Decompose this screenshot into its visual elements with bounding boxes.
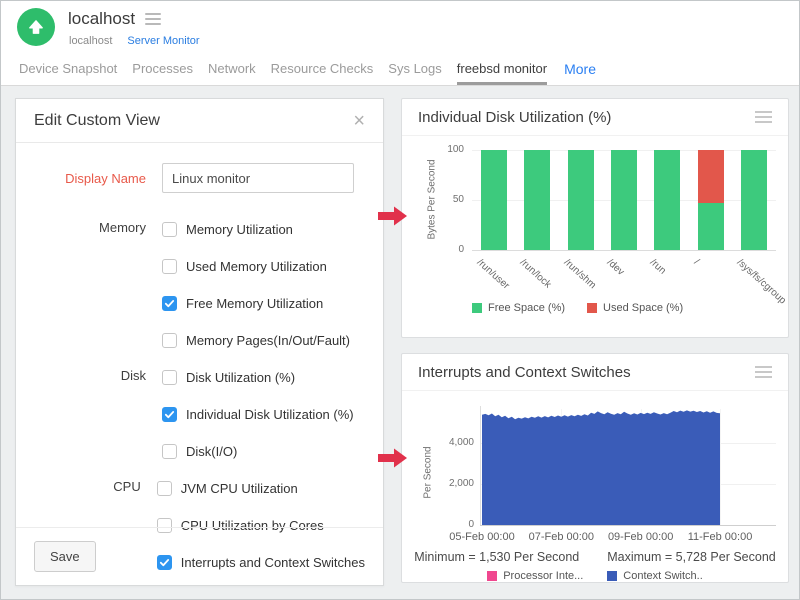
- checkbox-unchecked-icon[interactable]: [157, 481, 172, 496]
- checkbox-option[interactable]: Memory Utilization: [162, 219, 350, 239]
- disk-ytick: 100: [430, 144, 464, 155]
- legend-swatch-icon: [487, 571, 497, 581]
- disk-chart-title: Individual Disk Utilization (%): [418, 109, 611, 126]
- legend-item[interactable]: Processor Inte...: [487, 570, 583, 582]
- annotation-arrow-icon: [378, 205, 408, 227]
- checkbox-option[interactable]: Used Memory Utilization: [162, 256, 350, 276]
- disk-bar: [654, 150, 680, 250]
- disk-bars: [472, 150, 776, 250]
- interrupts-xtick: 05-Feb 00:00: [440, 531, 524, 543]
- close-icon[interactable]: ×: [353, 111, 365, 131]
- tab-sys-logs[interactable]: Sys Logs: [388, 53, 441, 85]
- group-label-disk: Disk: [34, 367, 146, 478]
- disk-xtick: /: [691, 257, 700, 267]
- checkbox-unchecked-icon[interactable]: [162, 333, 177, 348]
- interrupts-xtick: 07-Feb 00:00: [519, 531, 603, 543]
- group-label-memory: Memory: [34, 219, 146, 367]
- tab-processes[interactable]: Processes: [132, 53, 193, 85]
- legend-label: Free Space (%): [488, 302, 565, 314]
- legend-label: Context Switch..: [623, 570, 702, 582]
- checkbox-checked-icon[interactable]: [162, 407, 177, 422]
- edit-custom-view-modal: Edit Custom View × Display Name Memory Me…: [15, 98, 384, 586]
- disk-bar: [741, 150, 767, 250]
- page-title: localhost: [68, 9, 135, 29]
- checkbox-option[interactable]: Memory Pages(In/Out/Fault): [162, 330, 350, 350]
- interrupts-card: Interrupts and Context Switches Per Seco…: [401, 353, 789, 583]
- option-label: Individual Disk Utilization (%): [186, 407, 354, 422]
- option-label: Free Memory Utilization: [186, 296, 323, 311]
- checkbox-unchecked-icon[interactable]: [162, 222, 177, 237]
- tab-freebsd-monitor[interactable]: freebsd monitor: [457, 53, 547, 85]
- disk-bar: [481, 150, 507, 250]
- checkbox-option[interactable]: Disk(I/O): [162, 441, 354, 461]
- interrupts-stats: Minimum = 1,530 Per Second Maximum = 5,7…: [402, 550, 788, 564]
- interrupts-xtick: 09-Feb 00:00: [599, 531, 683, 543]
- option-label: Disk Utilization (%): [186, 370, 295, 385]
- disk-xtick: /sys/fs/cgroup: [735, 257, 788, 306]
- legend-item[interactable]: Free Space (%): [472, 302, 565, 314]
- disk-ytick: 50: [430, 194, 464, 205]
- interrupts-xtick: 11-Feb 00:00: [678, 531, 762, 543]
- tab-bar: Device Snapshot Processes Network Resource …: [1, 53, 799, 86]
- option-label: Disk(I/O): [186, 444, 237, 459]
- checkbox-option[interactable]: Disk Utilization (%): [162, 367, 354, 387]
- disk-xtick: /run: [648, 257, 668, 277]
- tab-resource-checks[interactable]: Resource Checks: [271, 53, 374, 85]
- disk-xtick: /dev: [605, 257, 626, 278]
- interrupts-legend: Processor Inte... Context Switch..: [402, 570, 788, 582]
- legend-swatch-icon: [607, 571, 617, 581]
- disk-bar: [611, 150, 637, 250]
- option-label: Used Memory Utilization: [186, 259, 327, 274]
- disk-utilization-card: Individual Disk Utilization (%) Bytes Pe…: [401, 98, 789, 338]
- app-window: localhost localhost Server Monitor Devic…: [0, 0, 800, 600]
- checkbox-unchecked-icon[interactable]: [162, 370, 177, 385]
- annotation-arrow-icon: [378, 447, 408, 469]
- card-menu-icon[interactable]: [755, 111, 772, 123]
- breadcrumb: localhost Server Monitor: [69, 35, 200, 47]
- checkbox-option[interactable]: Free Memory Utilization: [162, 293, 350, 313]
- checkbox-checked-icon[interactable]: [162, 296, 177, 311]
- checkbox-option[interactable]: JVM CPU Utilization: [157, 478, 365, 498]
- disk-xtick: /run/shm: [561, 257, 597, 291]
- tab-network[interactable]: Network: [208, 53, 256, 85]
- disk-xtick: /run/lock: [518, 257, 553, 290]
- disk-ytick: 0: [430, 244, 464, 255]
- maximum-stat: Maximum = 5,728 Per Second: [607, 550, 776, 564]
- option-label: Memory Pages(In/Out/Fault): [186, 333, 350, 348]
- tab-device-snapshot[interactable]: Device Snapshot: [19, 53, 117, 85]
- monitor-status-icon: [17, 8, 55, 46]
- checkbox-unchecked-icon[interactable]: [162, 259, 177, 274]
- disk-legend: Free Space (%) Used Space (%): [472, 302, 683, 314]
- display-name-input[interactable]: [162, 163, 354, 193]
- title-menu-icon[interactable]: [145, 13, 161, 25]
- display-name-label: Display Name: [34, 171, 146, 186]
- save-button[interactable]: Save: [34, 541, 96, 572]
- legend-swatch-icon: [587, 303, 597, 313]
- legend-item[interactable]: Context Switch..: [607, 570, 702, 582]
- checkbox-option[interactable]: Individual Disk Utilization (%): [162, 404, 354, 424]
- disk-bar: [698, 150, 724, 250]
- legend-label: Processor Inte...: [503, 570, 583, 582]
- minimum-stat: Minimum = 1,530 Per Second: [414, 550, 579, 564]
- legend-item[interactable]: Used Space (%): [587, 302, 683, 314]
- tab-more[interactable]: More: [564, 53, 596, 85]
- disk-bar: [568, 150, 594, 250]
- option-label: JVM CPU Utilization: [181, 481, 298, 496]
- legend-label: Used Space (%): [603, 302, 683, 314]
- modal-title: Edit Custom View: [34, 112, 160, 130]
- disk-bar: [524, 150, 550, 250]
- option-label: Memory Utilization: [186, 222, 293, 237]
- breadcrumb-host: localhost: [69, 35, 112, 47]
- checkbox-unchecked-icon[interactable]: [162, 444, 177, 459]
- arrow-up-icon: [26, 17, 46, 37]
- header: localhost localhost Server Monitor: [1, 1, 799, 53]
- breadcrumb-server-monitor-link[interactable]: Server Monitor: [127, 35, 199, 47]
- disk-xtick: /run/user: [474, 257, 511, 292]
- legend-swatch-icon: [472, 303, 482, 313]
